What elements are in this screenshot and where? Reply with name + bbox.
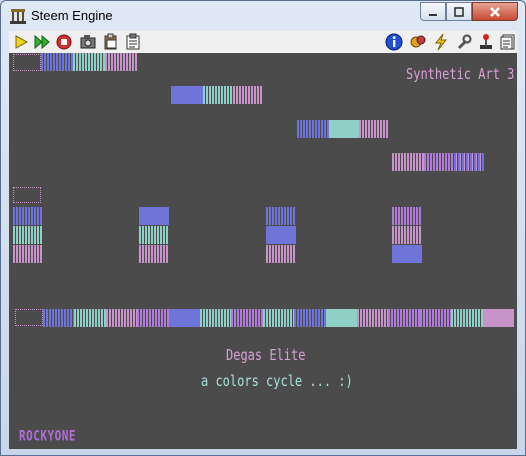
- color-cycle-segment: [266, 226, 296, 244]
- reset-icon[interactable]: [55, 33, 73, 51]
- color-cycle-segment: [139, 207, 169, 225]
- synthetic-art-title: Synthetic Art 3: [406, 65, 515, 83]
- color-cycle-segment: [105, 309, 138, 327]
- maximize-icon: [454, 6, 464, 17]
- color-cycle-segment: [262, 309, 295, 327]
- paste-icon[interactable]: [102, 33, 120, 51]
- color-cycle-segment: [294, 309, 326, 327]
- color-cycle-segment: [105, 53, 137, 71]
- color-cycle-segment: [171, 86, 203, 104]
- steem-window: Steem Engine Synthetic Art 3 Degas Elite…: [0, 0, 526, 456]
- color-cycle-segment: [392, 207, 422, 225]
- color-cycle-segment: [233, 86, 263, 104]
- color-cycle-segment: [392, 245, 422, 263]
- color-cycle-segment: [357, 309, 389, 327]
- color-cycle-segment: [325, 309, 357, 327]
- color-cycle-segment: [454, 153, 484, 171]
- color-cycle-segment: [73, 53, 105, 71]
- title-bar[interactable]: Steem Engine: [1, 1, 525, 31]
- joystick-icon[interactable]: [477, 33, 495, 51]
- color-cycle-segment: [419, 309, 452, 327]
- color-cycle-segment: [451, 309, 483, 327]
- emulator-screen[interactable]: Synthetic Art 3 Degas Elite a colors cyc…: [9, 53, 517, 449]
- lightning-icon[interactable]: [432, 33, 450, 51]
- color-cycle-segment: [424, 153, 454, 171]
- color-cycle-segment: [43, 309, 75, 327]
- clipboard-icon[interactable]: [124, 33, 142, 51]
- toolbar: [9, 31, 517, 54]
- color-cycle-segment: [297, 120, 329, 138]
- color-cycle-segment: [168, 309, 200, 327]
- info-icon[interactable]: [385, 33, 403, 51]
- color-cycle-segment: [13, 245, 43, 263]
- color-cycle-segment: [266, 245, 296, 263]
- color-cycle-segment: [74, 309, 106, 327]
- color-cycle-segment: [482, 309, 514, 327]
- close-icon: [490, 6, 500, 17]
- window-title: Steem Engine: [31, 8, 113, 23]
- wrench-icon[interactable]: [455, 33, 473, 51]
- color-cycle-segment: [359, 120, 389, 138]
- color-cycle-segment: [13, 207, 43, 225]
- color-cycle-segment: [15, 309, 43, 326]
- degas-elite-text: Degas Elite: [226, 346, 306, 364]
- maximize-button[interactable]: [446, 2, 472, 21]
- color-cycle-segment: [392, 153, 424, 171]
- fast-forward-icon[interactable]: [33, 33, 51, 51]
- color-cycle-segment: [139, 245, 169, 263]
- minimize-button[interactable]: [420, 2, 446, 21]
- patches-icon[interactable]: [409, 33, 427, 51]
- color-cycle-segment: [139, 226, 169, 244]
- color-cycle-segment: [137, 309, 169, 327]
- steem-app-icon[interactable]: [9, 7, 27, 25]
- color-cycle-segment: [13, 226, 43, 244]
- color-cycle-segment: [329, 120, 359, 138]
- rockyone-signature: ROCKYONE: [19, 428, 76, 445]
- color-cycle-segment: [13, 187, 41, 203]
- snapshot-icon[interactable]: [79, 33, 97, 51]
- color-cycle-text: a colors cycle ... :): [201, 372, 353, 390]
- color-cycle-segment: [41, 53, 73, 71]
- color-cycle-segment: [13, 54, 41, 71]
- color-cycle-segment: [231, 309, 263, 327]
- color-cycle-segment: [392, 226, 422, 244]
- color-cycle-segment: [388, 309, 420, 327]
- minimize-icon: [429, 13, 437, 16]
- play-icon[interactable]: [12, 33, 30, 51]
- color-cycle-segment: [266, 207, 296, 225]
- color-cycle-segment: [200, 309, 232, 327]
- options-icon[interactable]: [499, 33, 517, 51]
- color-cycle-segment: [203, 86, 233, 104]
- close-button[interactable]: [472, 2, 518, 21]
